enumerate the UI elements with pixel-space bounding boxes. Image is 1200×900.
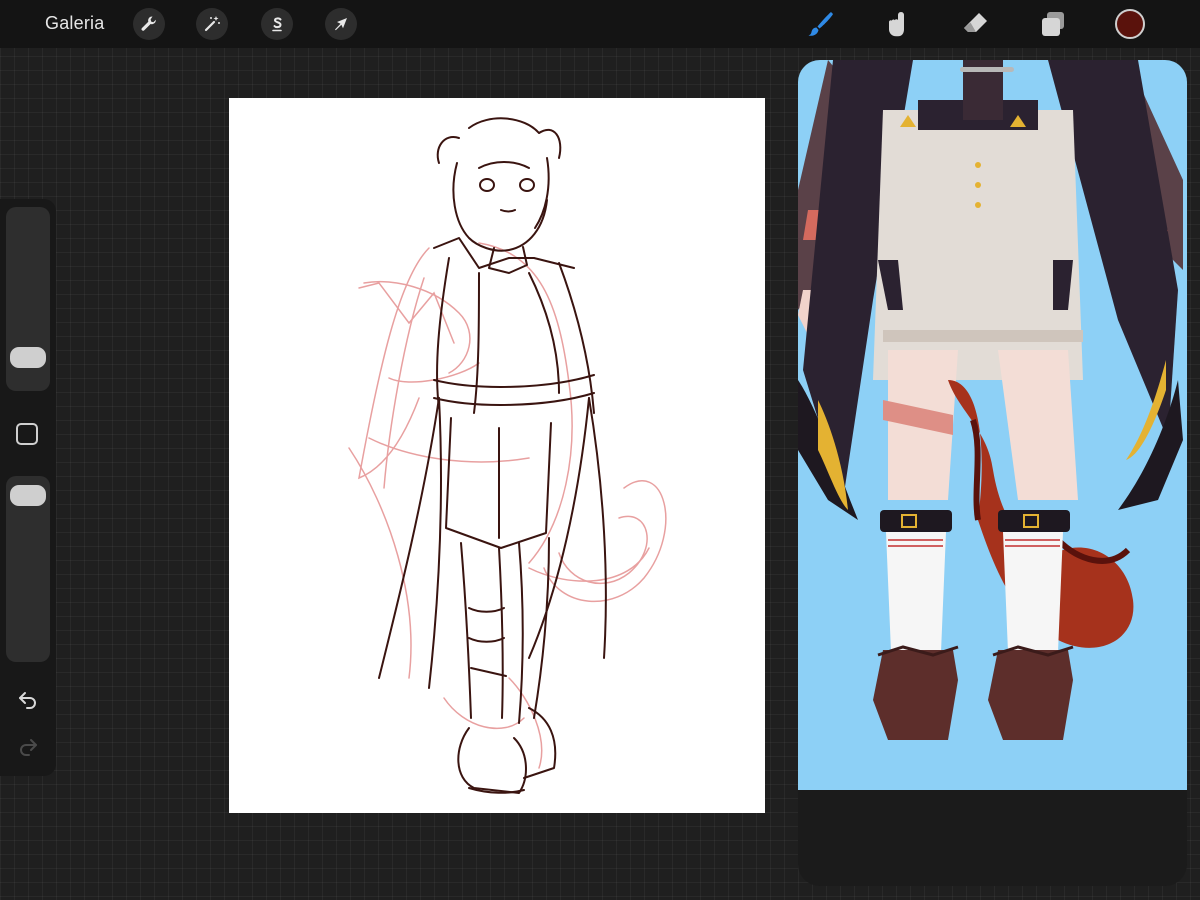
opacity-thumb[interactable] [10,484,46,506]
brush-size-slider[interactable] [6,207,50,391]
reference-image [798,60,1187,790]
undo-icon[interactable] [14,686,42,714]
layers-icon[interactable] [1035,6,1071,42]
lineart-layer [378,117,607,794]
reference-illustration [798,60,1183,740]
smudge-icon[interactable] [878,6,914,42]
rough-sketch-layer [348,242,667,769]
character-sketch [348,117,667,794]
brush-size-thumb[interactable] [10,347,46,369]
wrench-icon[interactable] [133,8,165,40]
square-icon[interactable] [16,423,38,445]
arrow-cursor-icon[interactable] [325,8,357,40]
reference-panel[interactable] [798,60,1187,886]
brush-icon[interactable] [802,6,838,42]
redo-icon[interactable] [14,733,42,761]
eraser-icon[interactable] [957,6,993,42]
drawing-canvas[interactable] [229,98,765,813]
color-picker-swatch[interactable] [1115,9,1145,39]
top-toolbar: Galeria [0,0,1200,48]
reference-drag-handle[interactable] [960,67,1014,72]
selection-s-icon[interactable] [261,8,293,40]
left-sidebar [0,199,56,776]
gallery-button[interactable]: Galeria [45,13,104,34]
magic-wand-icon[interactable] [196,8,228,40]
opacity-slider[interactable] [6,476,50,662]
